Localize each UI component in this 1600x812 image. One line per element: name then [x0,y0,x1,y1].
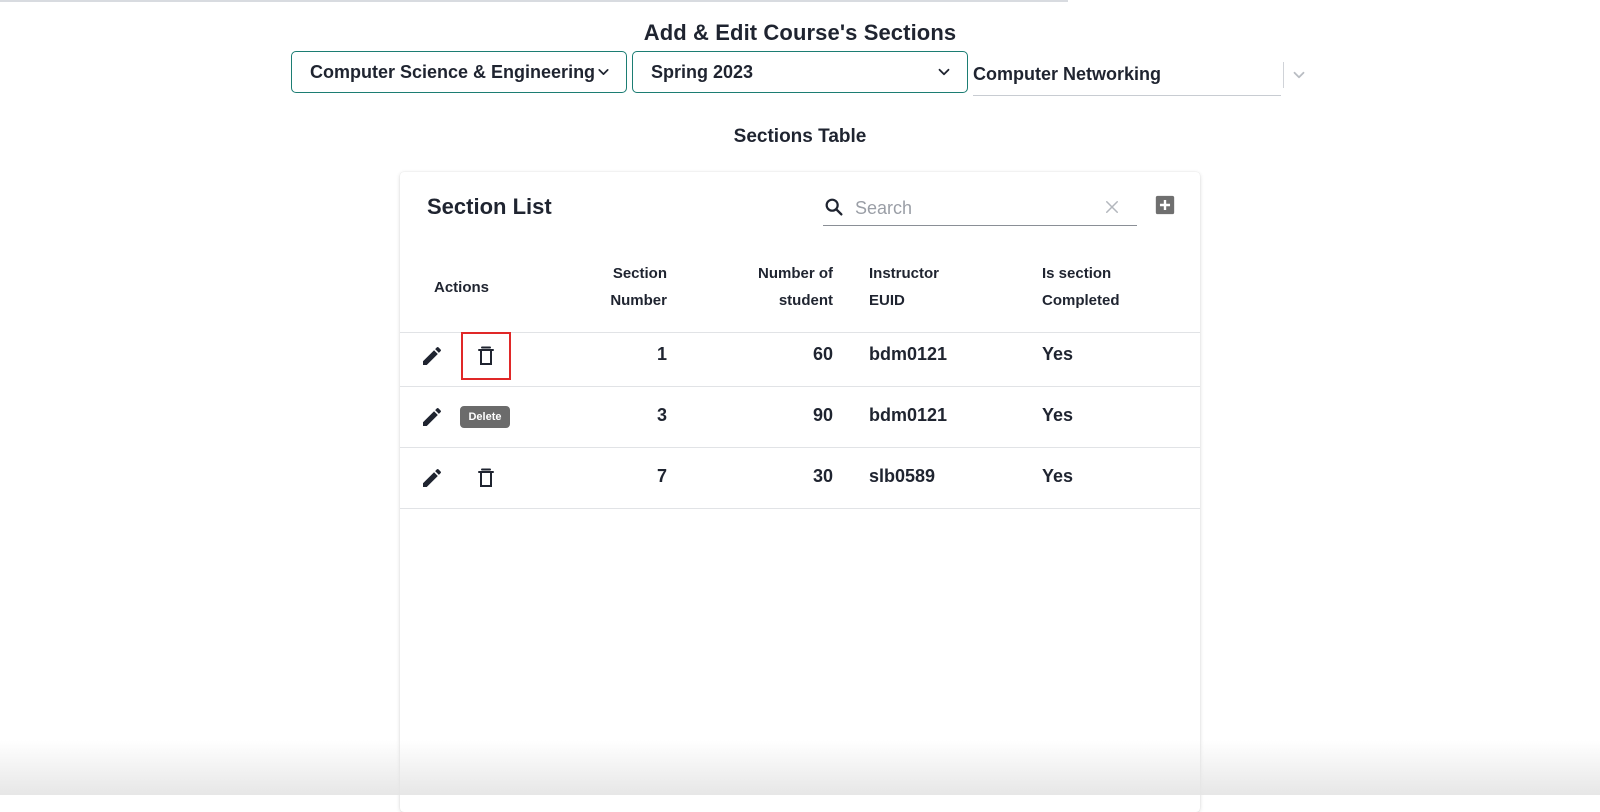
cell-is-completed: Yes [1042,466,1074,486]
cell-instructor-euid: bdm0121 [869,344,948,364]
page-title: Add & Edit Course's Sections [643,20,957,45]
edit-icon[interactable] [420,344,444,368]
course-select[interactable]: Computer Networking [973,58,1281,96]
add-box-icon[interactable] [1154,194,1176,216]
delete-tooltip: Delete [460,406,510,428]
cell-number-of-students: 30 [812,466,833,486]
department-select-value: Computer Science & Engineering [310,61,596,82]
column-header-number-of-students-line2: student [778,292,833,309]
chevron-down-icon [598,69,609,75]
column-header-instructor-euid[interactable]: Instructor EUID [869,260,939,314]
term-select[interactable]: Spring 2023 [632,51,968,93]
column-header-actions: Actions [434,279,490,296]
table-row: 7 30 slb0589 Yes [400,448,1200,509]
chevron-down-icon[interactable] [1290,66,1308,84]
cell-number-of-students: 60 [812,344,833,364]
column-header-section-number[interactable]: Section Number [547,260,667,314]
search-input[interactable] [853,194,1097,222]
close-icon[interactable] [1103,198,1121,216]
column-header-is-section-completed[interactable]: Is section Completed [1042,260,1120,314]
cell-instructor-euid: bdm0121 [869,405,948,425]
chevron-down-icon [938,68,950,76]
column-header-number-of-students[interactable]: Number of student [713,260,833,314]
cell-is-completed: Yes [1042,405,1074,425]
column-header-is-section-completed-line2: Completed [1042,292,1120,309]
column-header-section-number-line2: Number [610,292,667,309]
course-select-value: Computer Networking [973,64,1162,84]
cell-number-of-students: 90 [812,405,833,425]
search-icon [825,198,843,216]
section-list-card: Section List Actions Section Number Numb… [400,172,1200,812]
cell-section-number: 1 [656,344,667,364]
delete-button[interactable] [461,332,511,380]
department-select[interactable]: Computer Science & Engineering [291,51,627,93]
cell-section-number: 3 [656,405,667,425]
table-row: 1 60 bdm0121 Yes [400,326,1200,387]
search-bar [823,190,1137,226]
section-list-title: Section List [427,194,552,219]
sections-table-heading: Sections Table [733,126,867,147]
term-select-value: Spring 2023 [651,61,754,82]
edit-icon[interactable] [420,466,444,490]
top-progress-line [0,0,1068,2]
delete-icon [478,346,494,365]
table-row: 3 90 bdm0121 Yes [400,387,1200,448]
delete-button[interactable] [461,454,511,502]
column-header-number-of-students-line1: Number of [758,265,833,282]
course-select-divider [1283,62,1284,88]
column-header-is-section-completed-line1: Is section [1042,265,1112,282]
delete-icon [478,468,494,487]
cell-is-completed: Yes [1042,344,1074,364]
column-header-section-number-line1: Section [612,265,667,282]
column-header-instructor-euid-line1: Instructor [869,265,940,282]
edit-icon[interactable] [420,405,444,429]
column-header-instructor-euid-line2: EUID [869,292,905,309]
cell-instructor-euid: slb0589 [869,466,936,486]
cell-section-number: 7 [656,466,667,486]
